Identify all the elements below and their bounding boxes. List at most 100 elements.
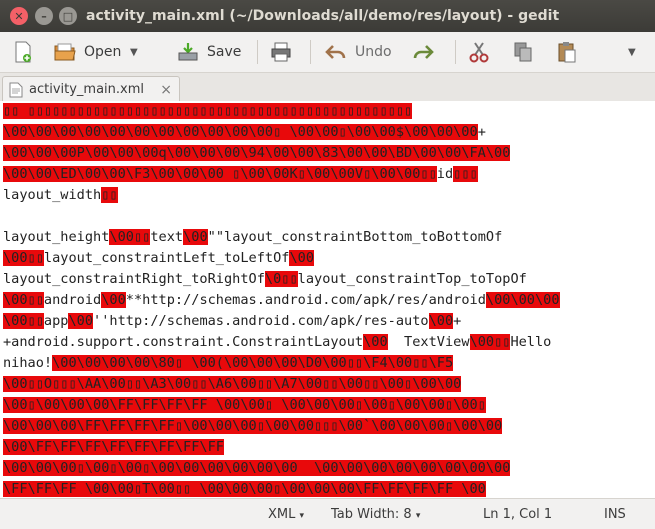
unprintable-bytes: \00	[428, 313, 454, 329]
undo-label: Undo	[355, 44, 392, 60]
scissors-icon	[468, 41, 490, 63]
maximize-window-button[interactable]: □	[59, 7, 77, 25]
tab-activity-main[interactable]: activity_main.xml ×	[2, 76, 180, 102]
unprintable-bytes: ▯▯ ▯▯▯▯▯▯▯▯▯▯▯▯▯▯▯▯▯▯▯▯▯▯▯▯▯▯▯▯▯▯▯▯▯▯▯▯▯…	[3, 103, 413, 119]
editor-line[interactable]: +android.support.constraint.ConstraintLa…	[3, 332, 551, 353]
new-document-icon	[12, 41, 34, 63]
tab-width-label: Tab Width: 8	[331, 507, 412, 522]
save-button[interactable]: Save	[177, 36, 241, 68]
tab-label: activity_main.xml	[29, 82, 145, 97]
unprintable-bytes: \00\00\00\00\00\00\00\00\00\00\00▯ \00\0…	[3, 124, 478, 140]
unprintable-bytes: \00▯▯	[3, 250, 44, 266]
editor-line[interactable]: \00\00\00\00\00\00\00\00\00\00\00▯ \00\0…	[3, 122, 486, 143]
language-label: XML	[268, 507, 296, 522]
chevron-down-icon: ▼	[130, 46, 138, 58]
text-run: id	[436, 166, 454, 182]
text-run: android	[43, 292, 102, 308]
editor-line[interactable]: layout_constraintRight_toRightOf\0▯▯layo…	[3, 269, 527, 290]
editor-line[interactable]: \00▯▯android\00**http://schemas.android.…	[3, 290, 560, 311]
new-document-button[interactable]	[12, 36, 42, 68]
editor-line[interactable]: ▯▯ ▯▯▯▯▯▯▯▯▯▯▯▯▯▯▯▯▯▯▯▯▯▯▯▯▯▯▯▯▯▯▯▯▯▯▯▯▯…	[3, 101, 413, 122]
close-window-button[interactable]: ✕	[10, 7, 28, 25]
editor-line[interactable]: \00\00\ED\00\00\F3\00\00\00 ▯\00\00K▯\00…	[3, 164, 478, 185]
unprintable-bytes: \00▯\00\00\00\FF\FF\FF\FF \00\00▯ \00\00…	[3, 397, 486, 413]
editor-line[interactable]: \00▯▯O▯▯▯\AA\00▯▯\A3\00▯▯\A6\00▯▯\A7\00▯…	[3, 374, 462, 395]
unprintable-bytes: \00▯▯	[109, 229, 151, 245]
unprintable-bytes: \00	[68, 313, 94, 329]
unprintable-bytes: \00▯▯O▯▯▯\AA\00▯▯\A3\00▯▯\A6\00▯▯\A7\00▯…	[3, 376, 462, 392]
text-run: app	[43, 313, 69, 329]
title-bar: ✕ – □ activity_main.xml (~/Downloads/all…	[0, 0, 655, 32]
text-editor[interactable]: ▯▯ ▯▯▯▯▯▯▯▯▯▯▯▯▯▯▯▯▯▯▯▯▯▯▯▯▯▯▯▯▯▯▯▯▯▯▯▯▯…	[0, 101, 655, 498]
text-run: layout_constraintRight_toRightOf	[3, 271, 265, 287]
open-label: Open	[84, 44, 122, 60]
editor-line[interactable]: layout_height\00▯▯text\00""layout_constr…	[3, 227, 502, 248]
unprintable-bytes: \00\00\ED\00\00\F3\00\00\00 ▯\00\00K▯\00…	[3, 166, 437, 182]
editor-line[interactable]: \00▯▯layout_constraintLeft_toLeftOf\00	[3, 248, 315, 269]
maximize-icon: □	[62, 9, 74, 23]
editor-line[interactable]: layout_width▯▯	[3, 185, 118, 206]
minimize-window-button[interactable]: –	[35, 7, 53, 25]
unprintable-bytes: \00\00\00P\00\00\00q\00\00\00\94\00\00\8…	[3, 145, 511, 161]
insert-mode: INS	[604, 507, 626, 522]
editor-line[interactable]: nihao!\00\00\00\00\80▯ \00(\00\00\00\D0\…	[3, 353, 454, 374]
print-button[interactable]	[270, 36, 300, 68]
save-icon	[177, 41, 199, 63]
unprintable-bytes: \00▯▯	[469, 334, 511, 350]
text-run: layout_width	[3, 187, 102, 203]
cursor-position: Ln 1, Col 1	[483, 507, 553, 522]
text-run: Hello	[510, 334, 552, 350]
window-title: activity_main.xml (~/Downloads/all/demo/…	[86, 8, 560, 24]
redo-arrow-icon	[412, 41, 434, 63]
copy-icon	[512, 41, 534, 63]
menu-button[interactable]: ▼	[628, 36, 636, 68]
chevron-down-icon: ▼	[628, 46, 636, 58]
document-icon	[9, 82, 23, 98]
close-icon: ✕	[14, 9, 24, 23]
chevron-down-icon: ▾	[299, 511, 305, 521]
editor-line[interactable]: \00\FF\FF\FF\FF\FF\FF\FF\FF	[3, 437, 224, 458]
unprintable-bytes: ▯▯	[101, 187, 118, 203]
unprintable-bytes: \00	[289, 250, 315, 266]
editor-line[interactable]: \00\00\00\FF\FF\FF\FF▯\00\00\00▯\00\00▯▯…	[3, 416, 503, 437]
language-selector[interactable]: XML ▾	[268, 507, 304, 522]
toolbar-separator	[310, 40, 311, 64]
unprintable-bytes: \00\FF\FF\FF\FF\FF\FF\FF\FF	[3, 439, 224, 455]
text-run: text	[150, 229, 184, 245]
copy-button[interactable]	[512, 36, 542, 68]
undo-button[interactable]: Undo	[325, 36, 392, 68]
unprintable-bytes: ▯▯▯	[453, 166, 478, 182]
text-run: +	[453, 313, 462, 329]
editor-line[interactable]: \00▯\00\00\00\FF\FF\FF\FF \00\00▯ \00\00…	[3, 395, 486, 416]
toolbar-separator	[455, 40, 456, 64]
text-run: ""layout_constraintBottom_toBottomOf	[207, 229, 503, 245]
editor-line[interactable]: \FF\FF\FF \00\00▯T\00▯▯ \00\00\00▯\00\00…	[3, 479, 486, 498]
open-menu-button[interactable]: ▼	[130, 36, 138, 68]
unprintable-bytes: \FF\FF\FF \00\00▯T\00▯▯ \00\00\00▯\00\00…	[3, 481, 486, 497]
editor-line[interactable]: \00\00\00▯\00▯\00▯\00\00\00\00\00\00 \00…	[3, 458, 511, 479]
unprintable-bytes: \00	[101, 292, 126, 308]
editor-line[interactable]: \00\00\00P\00\00\00q\00\00\00\94\00\00\8…	[3, 143, 511, 164]
cut-button[interactable]	[468, 36, 498, 68]
text-run: layout_constraintLeft_toLeftOf	[43, 250, 290, 266]
toolbar-separator	[257, 40, 258, 64]
unprintable-bytes: \00	[183, 229, 208, 245]
editor-line[interactable]: \00▯▯app\00''http://schemas.android.com/…	[3, 311, 461, 332]
tab-close-icon[interactable]: ×	[160, 82, 172, 98]
text-run: **http://schemas.android.com/apk/res/and…	[125, 292, 486, 308]
text-run: +android.support.constraint.ConstraintLa…	[3, 334, 364, 350]
unprintable-bytes: \00\00\00\00\80▯ \00(\00\00\00\D0\00▯▯\F…	[52, 355, 454, 371]
redo-button[interactable]	[412, 36, 442, 68]
toolbar: Open ▼ Save Undo ▼	[0, 32, 655, 73]
text-run: nihao!	[3, 355, 53, 371]
save-label: Save	[207, 44, 242, 60]
text-run: layout_height	[3, 229, 110, 245]
paste-button[interactable]	[556, 36, 586, 68]
unprintable-bytes: \00\00\00	[485, 292, 560, 308]
text-run: layout_constraintTop_toTopOf	[297, 271, 527, 287]
open-button[interactable]: Open	[54, 36, 121, 68]
status-bar: XML ▾ Tab Width: 8 ▾ Ln 1, Col 1 INS	[0, 498, 655, 529]
tab-width-selector[interactable]: Tab Width: 8 ▾	[331, 507, 420, 522]
text-run: +	[477, 124, 486, 140]
unprintable-bytes: \00▯▯	[3, 292, 44, 308]
